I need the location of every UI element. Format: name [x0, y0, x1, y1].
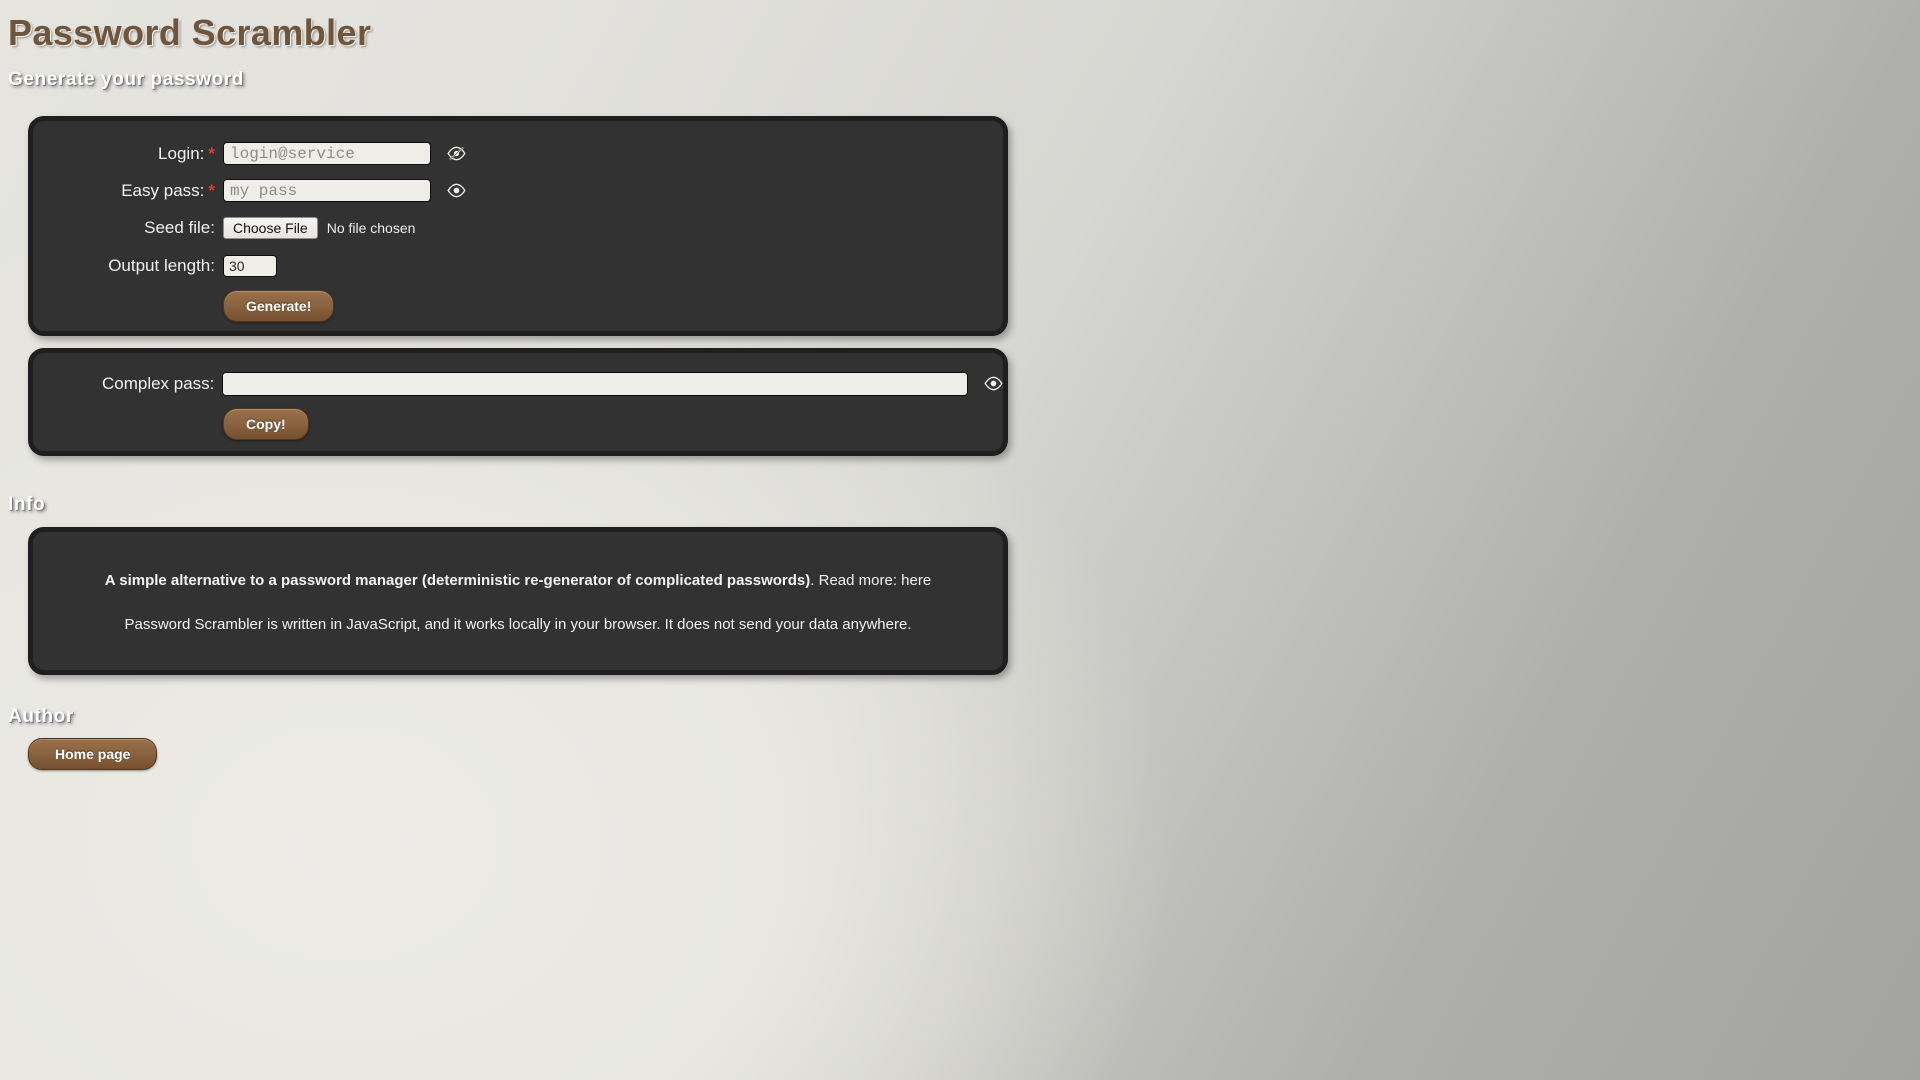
info-line-1: A simple alternative to a password manag… [63, 570, 973, 592]
complex-pass-label: Complex pass: [101, 373, 215, 393]
info-line-1-bold: A simple alternative to a password manag… [104, 572, 811, 589]
seed-file-status: No file chosen [326, 220, 416, 236]
app-root: Password Scrambler Generate your passwor… [0, 0, 1920, 1080]
generate-button[interactable]: Generate! [223, 290, 335, 322]
complex-pass-input[interactable] [222, 371, 968, 396]
generate-button-row: Generate! [33, 284, 1003, 328]
login-label-text: Login: [158, 143, 205, 163]
login-visibility-toggle-button[interactable] [447, 146, 466, 161]
output-length-label: Output length: [108, 255, 215, 275]
login-required-marker: * [208, 143, 215, 163]
eye-slash-icon [447, 146, 466, 161]
login-input[interactable] [223, 142, 431, 165]
home-page-button[interactable]: Home page [28, 738, 158, 770]
info-body: A simple alternative to a password manag… [33, 532, 1003, 636]
easy-pass-required-marker: * [208, 180, 215, 200]
login-label: Login: * [33, 144, 223, 164]
easy-pass-row: Easy pass: * [33, 172, 1003, 209]
info-line-1-rest: . Read more: [810, 572, 902, 589]
result-panel: Complex pass: Copy! [28, 348, 1008, 456]
info-line-2: Password Scrambler is written in JavaScr… [124, 615, 912, 633]
read-more-link[interactable]: here [901, 572, 931, 589]
choose-file-button[interactable]: Choose File [223, 217, 318, 239]
easy-pass-visibility-toggle-button[interactable] [447, 183, 466, 198]
copy-button[interactable]: Copy! [223, 408, 309, 440]
seed-file-row: Seed file: Choose File No file chosen [33, 209, 1003, 247]
easy-pass-label: Easy pass: * [33, 181, 223, 201]
easy-pass-label-text: Easy pass: [121, 180, 205, 200]
complex-pass-row: Complex pass: [33, 365, 1003, 402]
seed-file-label: Seed file: [144, 218, 215, 237]
easy-pass-input[interactable] [223, 179, 431, 202]
generate-panel: Login:* Easy pass:* [28, 116, 1008, 336]
page-title: Password Scrambler [8, 12, 372, 53]
login-row: Login: * [33, 135, 1003, 172]
complex-pass-visibility-toggle-button[interactable] [984, 376, 1003, 391]
output-length-input[interactable] [223, 254, 277, 277]
info-section-heading: Info [8, 494, 46, 515]
home-button-wrap: Home page [28, 738, 158, 770]
eye-icon [984, 376, 1003, 391]
generate-section-heading: Generate your password [8, 69, 244, 91]
author-section-heading: Author [8, 706, 74, 727]
info-panel: A simple alternative to a password manag… [28, 527, 1008, 675]
eye-icon [447, 183, 466, 198]
copy-button-row: Copy! [33, 402, 1003, 446]
seed-file-input[interactable]: Choose File No file chosen [223, 217, 415, 239]
output-length-row: Output length: [33, 247, 1003, 284]
